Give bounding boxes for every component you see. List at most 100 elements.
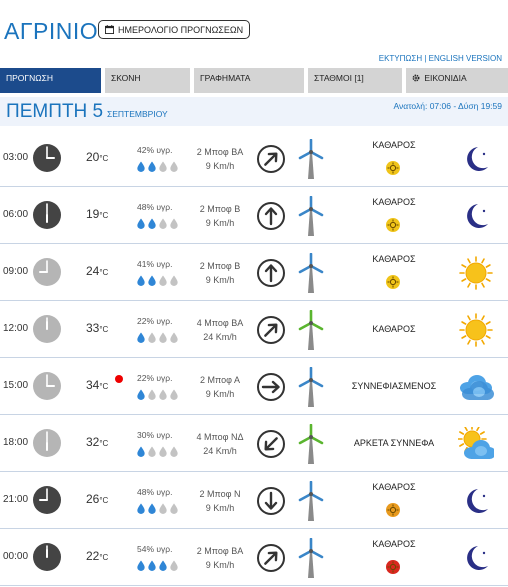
humidity-text: 41% υγρ. <box>137 259 173 269</box>
day-clock-icon <box>33 429 61 457</box>
wind-speed: 9 Km/h <box>205 218 235 228</box>
wind-info: 2 Μποφ Ν 9 Km/h <box>184 487 256 515</box>
temperature-value: 33 <box>86 321 100 335</box>
wind-direction-arrow-icon <box>257 373 285 401</box>
humidity-drop-icon <box>137 389 145 400</box>
humidity-drop-icon <box>170 389 178 400</box>
day-name: ΠΕΜΠΤΗ 5 <box>6 101 104 122</box>
humidity-drop-icon <box>148 560 156 571</box>
sky-condition: ΣΥΝΝΕΦΙΑΣΜΕΝΟΣ <box>351 381 437 391</box>
forecast-time: 06:00 <box>3 209 29 220</box>
wind-turbine-icon <box>298 367 324 407</box>
wind-info: 4 Μποφ ΒΑ 24 Km/h <box>184 316 256 344</box>
humidity-drop-icon <box>170 503 178 514</box>
tab-icons[interactable]: ΕΙΚΟΝΙΔΙΑ <box>406 68 508 93</box>
wind-info: 2 Μποφ ΒΑ 9 Km/h <box>184 544 256 572</box>
temperature-unit: °C <box>99 496 109 505</box>
humidity-drop-icon <box>148 446 156 457</box>
humidity-drops <box>136 275 179 286</box>
wind-force: 2 Μποφ Β <box>199 261 241 271</box>
humidity-drop-icon <box>148 503 156 514</box>
night-clock-icon <box>33 486 61 514</box>
wind-turbine-icon <box>298 139 324 179</box>
wind-force: 2 Μποφ Β <box>199 204 241 214</box>
wind-force: 2 Μποφ Α <box>200 375 240 385</box>
cloud-icon <box>460 375 494 400</box>
humidity-drop-icon <box>170 275 178 286</box>
humidity-drop-icon <box>159 503 167 514</box>
forecast-row: 18:00 32°C 30% υγρ. 4 Μποφ ΝΔ 24 Km/h ΑΡ… <box>0 415 508 472</box>
humidity-drop-icon <box>170 218 178 229</box>
uv-index-icon <box>386 503 400 517</box>
partly-cloudy-icon <box>458 427 494 459</box>
humidity-drop-icon <box>137 332 145 343</box>
uv-index-icon <box>386 560 400 574</box>
humidity-text: 48% υγρ. <box>137 202 173 212</box>
humidity-drop-icon <box>137 218 145 229</box>
tab-charts[interactable]: ΓΡΑΦΗΜΑΤΑ <box>194 68 304 93</box>
temperature-unit: °C <box>99 154 109 163</box>
wind-turbine-icon <box>298 481 324 521</box>
humidity-drop-icon <box>137 446 145 457</box>
temperature: 26°C <box>86 492 108 506</box>
wind-speed: 9 Km/h <box>205 503 235 513</box>
sky-condition: ΚΑΘΑΡΟΣ <box>372 539 416 549</box>
tab-forecast[interactable]: ΠΡΟΓΝΩΣΗ <box>0 68 101 93</box>
forecast-row: 15:00 34°C 22% υγρ. 2 Μποφ Α 9 Km/h ΣΥΝΝ… <box>0 358 508 415</box>
humidity-drop-icon <box>170 161 178 172</box>
humidity-drops <box>136 218 179 229</box>
wind-turbine-icon <box>298 253 324 293</box>
tab-label: ΕΙΚΟΝΙΔΙΑ <box>424 73 467 83</box>
forecast-time: 15:00 <box>3 380 29 391</box>
forecast-row: 03:00 20°C 42% υγρ. 2 Μποφ ΒΑ 9 Km/h ΚΑΘ… <box>0 130 508 187</box>
temperature-unit: °C <box>99 268 109 277</box>
humidity-drops <box>136 332 179 343</box>
humidity-drop-icon <box>159 389 167 400</box>
forecast-time: 18:00 <box>3 437 29 448</box>
moon-icon <box>467 489 488 513</box>
temperature-unit: °C <box>99 553 109 562</box>
night-clock-icon <box>33 201 61 229</box>
humidity-drop-icon <box>137 503 145 514</box>
temperature: 34°C <box>86 378 108 392</box>
uv-index-icon <box>386 161 400 175</box>
humidity-drop-icon <box>159 332 167 343</box>
tab-dust[interactable]: ΣΚΟΝΗ <box>105 68 190 93</box>
tab-stations[interactable]: ΣΤΑΘΜΟΙ [1] <box>308 68 402 93</box>
wind-info: 2 Μποφ Α 9 Km/h <box>184 373 256 401</box>
humidity-drop-icon <box>148 389 156 400</box>
humidity-drop-icon <box>137 161 145 172</box>
humidity-drop-icon <box>137 560 145 571</box>
temperature: 24°C <box>86 264 108 278</box>
forecast-calendar-button[interactable]: ΗΜΕΡΟΛΟΓΙΟ ΠΡΟΓΝΩΣΕΩΝ <box>98 20 251 39</box>
humidity-drop-icon <box>170 560 178 571</box>
humidity-drop-icon <box>159 446 167 457</box>
forecast-time: 03:00 <box>3 152 29 163</box>
night-clock-icon <box>33 543 61 571</box>
humidity-drop-icon <box>159 275 167 286</box>
forecast-time: 09:00 <box>3 266 29 277</box>
day-clock-icon <box>33 372 61 400</box>
print-english-links[interactable]: ΕΚΤΥΠΩΣΗ | ENGLISH VERSION <box>379 54 502 63</box>
tab-label: ΣΤΑΘΜΟΙ [1] <box>314 73 364 83</box>
humidity-text: 22% υγρ. <box>137 373 173 383</box>
wind-direction-arrow-icon <box>257 145 285 173</box>
sunrise-sunset: Ανατολή: 07:06 - Δύση 19:59 <box>393 101 502 111</box>
temperature-value: 24 <box>86 264 100 278</box>
wind-info: 2 Μποφ Β 9 Km/h <box>184 202 256 230</box>
moon-icon <box>467 147 488 171</box>
wind-force: 2 Μποφ ΒΑ <box>196 147 244 157</box>
day-clock-icon <box>33 258 61 286</box>
wind-speed: 9 Km/h <box>205 161 235 171</box>
sky-condition: ΚΑΘΑΡΟΣ <box>372 197 416 207</box>
uv-index-icon <box>386 275 400 289</box>
wind-force: 2 Μποφ ΒΑ <box>196 546 244 556</box>
forecast-row: 06:00 19°C 48% υγρ. 2 Μποφ Β 9 Km/h ΚΑΘΑ… <box>0 187 508 244</box>
tab-label: ΣΚΟΝΗ <box>111 73 141 83</box>
humidity-drop-icon <box>137 275 145 286</box>
forecast-row: 09:00 24°C 41% υγρ. 2 Μποφ Β 9 Km/h ΚΑΘΑ… <box>0 244 508 301</box>
forecast-row: 00:00 22°C 54% υγρ. 2 Μποφ ΒΑ 9 Km/h ΚΑΘ… <box>0 529 508 586</box>
temperature-value: 19 <box>86 207 100 221</box>
humidity-drop-icon <box>148 161 156 172</box>
wind-speed: 9 Km/h <box>205 389 235 399</box>
